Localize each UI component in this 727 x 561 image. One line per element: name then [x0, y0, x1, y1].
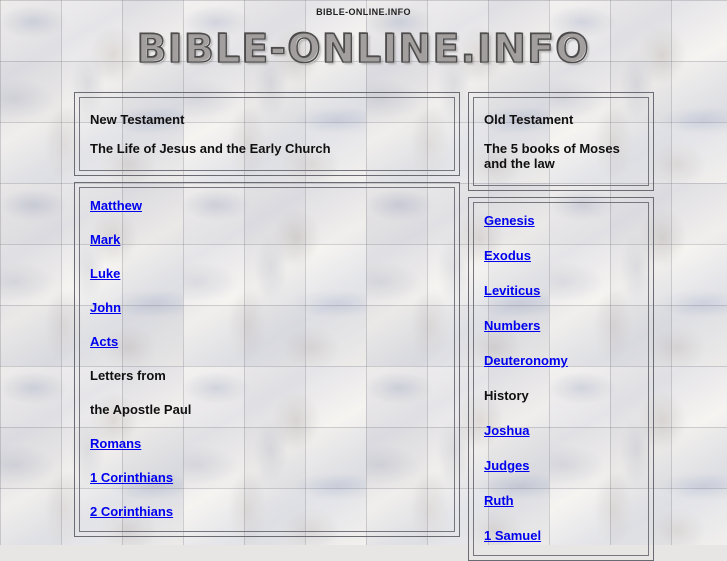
- book-link-joshua[interactable]: Joshua: [484, 423, 530, 438]
- list-item: Numbers: [484, 319, 639, 333]
- list-item: Deuteronomy: [484, 354, 639, 368]
- list-item: 1 Samuel: [484, 529, 639, 543]
- list-item: Judges: [484, 459, 639, 473]
- table-row: Genesis Exodus Leviticus Numbers Deutero: [473, 202, 649, 556]
- book-link-1-corinthians[interactable]: 1 Corinthians: [90, 470, 173, 485]
- list-item: Joshua: [484, 424, 639, 438]
- list-item: 2 Corinthians: [90, 505, 445, 519]
- section-label-letters-from: Letters from: [90, 368, 166, 383]
- new-testament-list-cell: Matthew Mark Luke John Acts Letters from…: [79, 187, 455, 532]
- column-new-testament: New Testament The Life of Jesus and the …: [74, 92, 460, 537]
- book-link-mark[interactable]: Mark: [90, 232, 120, 247]
- book-link-2-corinthians[interactable]: 2 Corinthians: [90, 504, 173, 519]
- page-top-title: BIBLE-ONLINE.INFO: [316, 7, 411, 17]
- list-item: Matthew: [90, 199, 445, 213]
- book-link-genesis[interactable]: Genesis: [484, 213, 535, 228]
- new-testament-header-table: New Testament The Life of Jesus and the …: [74, 92, 460, 176]
- list-item: 1 Corinthians: [90, 471, 445, 485]
- testament-columns: New Testament The Life of Jesus and the …: [74, 92, 654, 561]
- old-testament-list-cell: Genesis Exodus Leviticus Numbers Deutero: [473, 202, 649, 556]
- list-item: Leviticus: [484, 284, 639, 298]
- site-logo-text: BIBLE-ONLINE.INFO: [136, 26, 591, 73]
- list-item: Luke: [90, 267, 445, 281]
- list-item: Romans: [90, 437, 445, 451]
- old-testament-title: Old Testament: [484, 112, 574, 127]
- old-testament-subtitle: The 5 books of Moses: [484, 141, 620, 156]
- table-row: New Testament The Life of Jesus and the …: [79, 97, 455, 171]
- site-logo: BIBLE-ONLINE.INFO: [0, 26, 727, 75]
- list-item: Acts: [90, 335, 445, 349]
- book-link-leviticus[interactable]: Leviticus: [484, 283, 540, 298]
- book-link-romans[interactable]: Romans: [90, 436, 141, 451]
- page-root: BIBLE-ONLINE.INFO BIBLE-ONLINE.INFO New …: [0, 0, 727, 561]
- list-item: Mark: [90, 233, 445, 247]
- list-item: Exodus: [484, 249, 639, 263]
- book-link-judges[interactable]: Judges: [484, 458, 530, 473]
- book-link-john[interactable]: John: [90, 300, 121, 315]
- book-link-matthew[interactable]: Matthew: [90, 198, 142, 213]
- book-link-1-samuel[interactable]: 1 Samuel: [484, 528, 541, 543]
- book-link-deuteronomy[interactable]: Deuteronomy: [484, 353, 568, 368]
- list-item: Ruth: [484, 494, 639, 508]
- new-testament-header-cell: New Testament The Life of Jesus and the …: [79, 97, 455, 171]
- old-testament-list-table: Genesis Exodus Leviticus Numbers Deutero: [468, 197, 654, 561]
- list-item: John: [90, 301, 445, 315]
- new-testament-title: New Testament: [90, 112, 185, 127]
- book-link-numbers[interactable]: Numbers: [484, 318, 540, 333]
- table-row: Matthew Mark Luke John Acts Letters from…: [79, 187, 455, 532]
- column-old-testament: Old Testament The 5 books of Moses and t…: [468, 92, 654, 561]
- book-link-luke[interactable]: Luke: [90, 266, 120, 281]
- new-testament-subtitle: The Life of Jesus and the Early Church: [90, 141, 331, 156]
- table-row: Old Testament The 5 books of Moses and t…: [473, 97, 649, 186]
- old-testament-header-cell: Old Testament The 5 books of Moses and t…: [473, 97, 649, 186]
- old-testament-header-table: Old Testament The 5 books of Moses and t…: [468, 92, 654, 191]
- section-label-the-apostle-paul: the Apostle Paul: [90, 402, 192, 417]
- book-link-exodus[interactable]: Exodus: [484, 248, 531, 263]
- old-testament-subtitle-line2: and the law: [484, 156, 555, 171]
- list-item: Genesis: [484, 214, 639, 228]
- new-testament-list-table: Matthew Mark Luke John Acts Letters from…: [74, 182, 460, 537]
- book-link-acts[interactable]: Acts: [90, 334, 118, 349]
- section-label-history: History: [484, 388, 529, 403]
- book-link-ruth[interactable]: Ruth: [484, 493, 514, 508]
